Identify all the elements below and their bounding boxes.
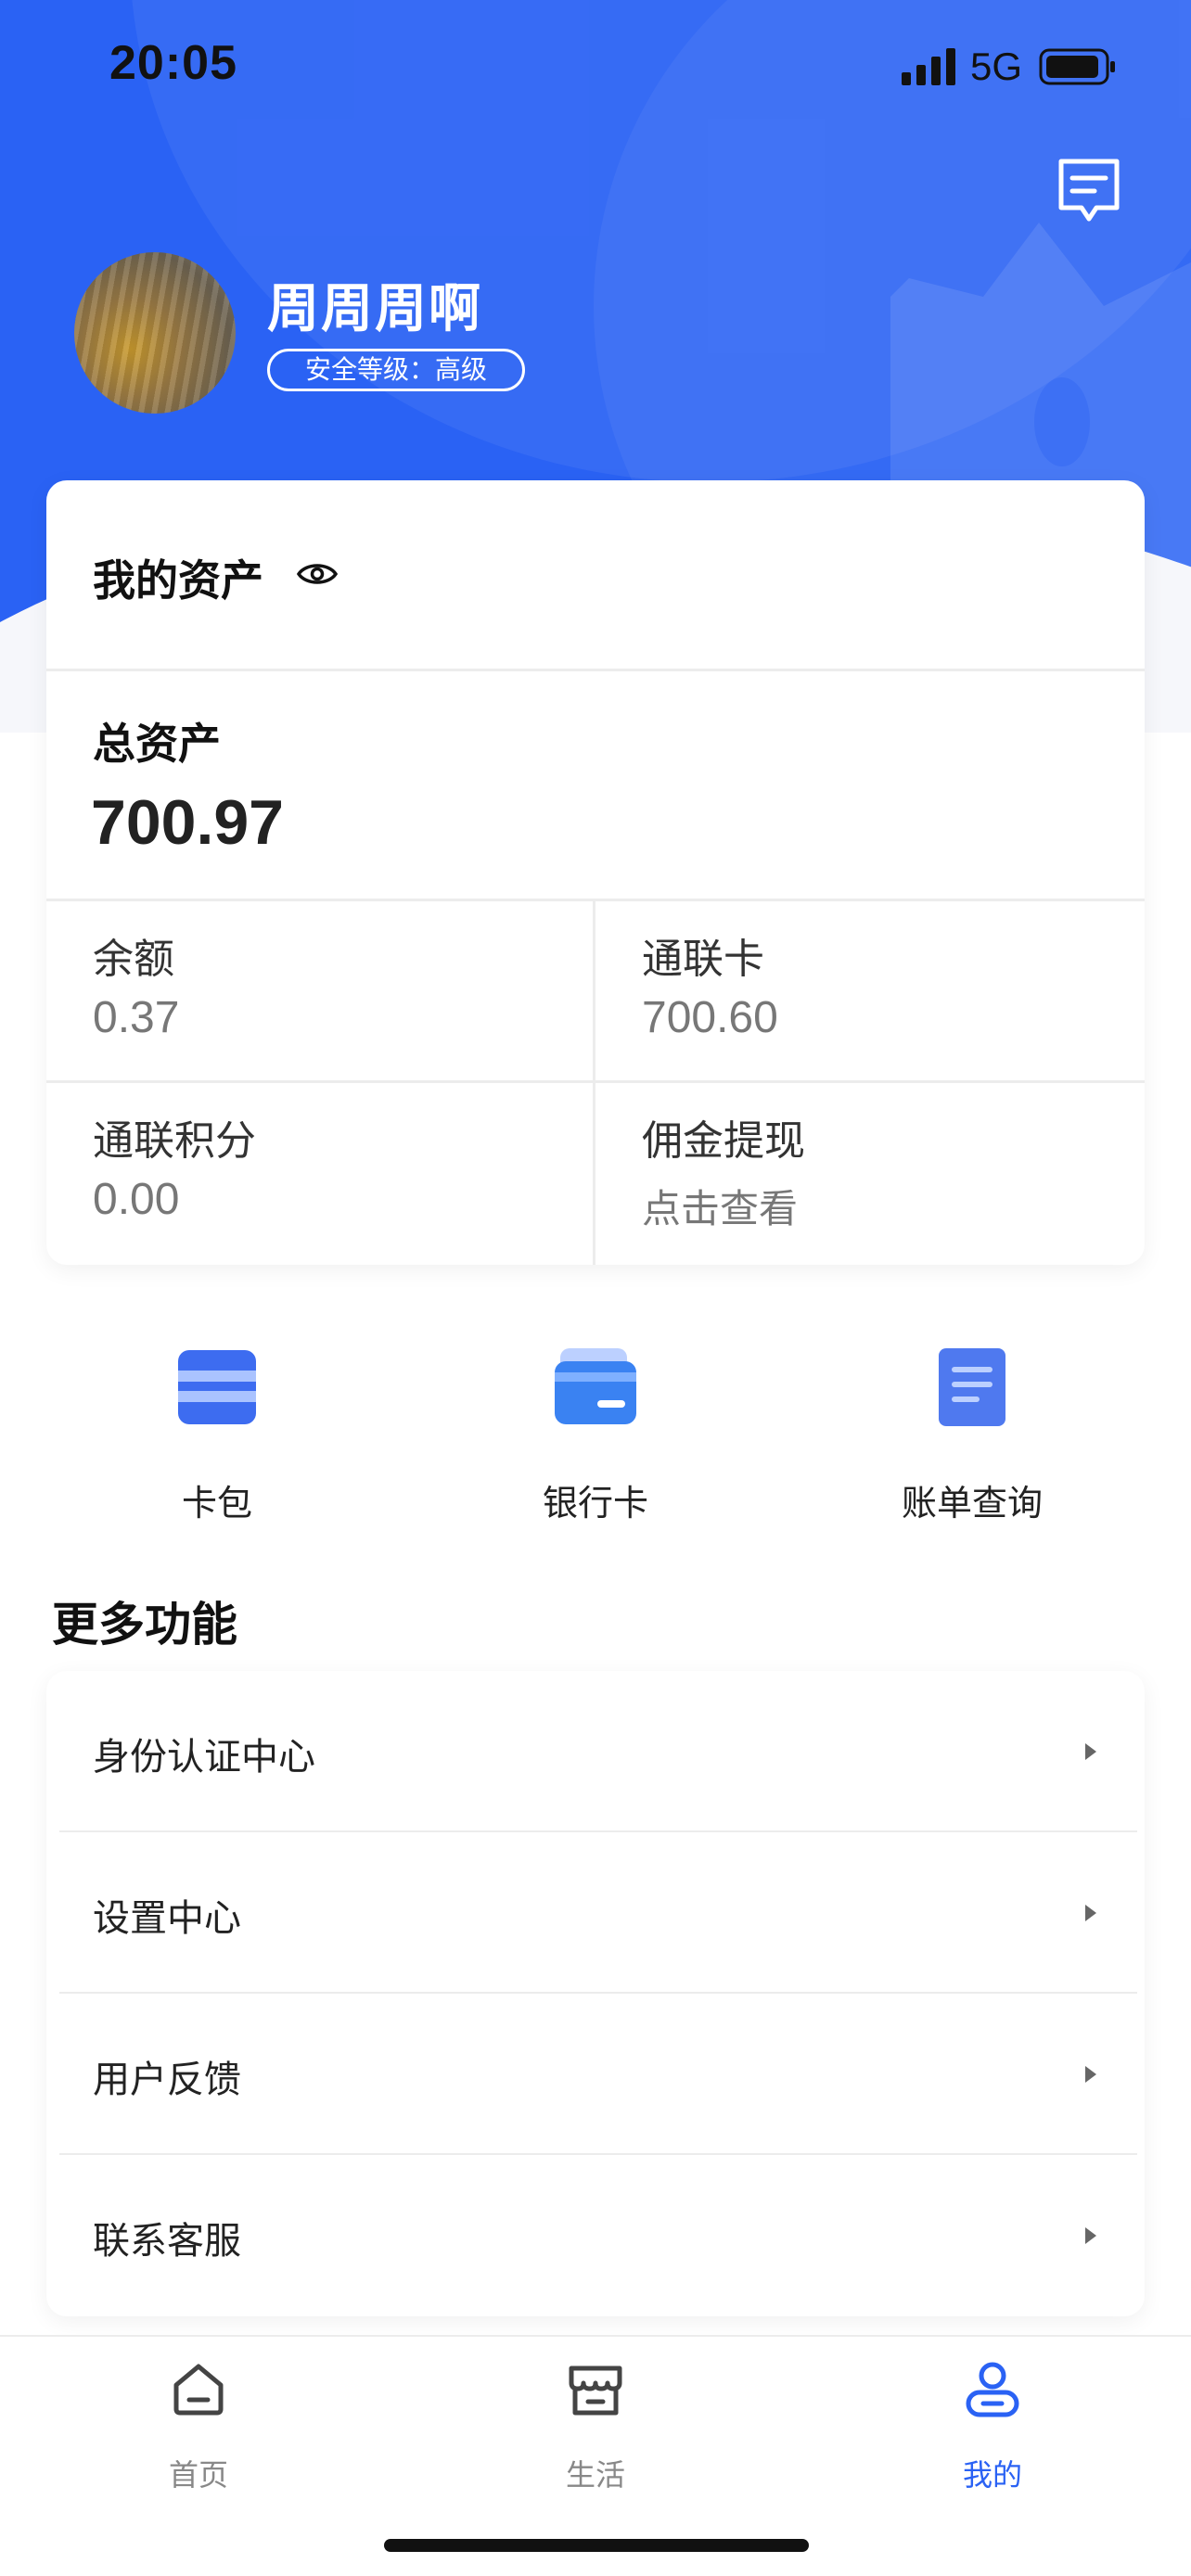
status-time: 20:05: [109, 36, 237, 90]
chevron-right-icon: [1085, 1743, 1096, 1760]
signal-icon: [902, 48, 955, 85]
username: 周周周啊: [267, 279, 482, 339]
total-assets-section[interactable]: 总资产 700.97: [46, 671, 1145, 901]
tonglian-card-value: 700.60: [642, 993, 778, 1042]
battery-icon: [1039, 48, 1115, 85]
bank-card-icon: [555, 1348, 636, 1424]
menu-item-label: 身份认证中心: [93, 1736, 315, 1779]
balance-cell[interactable]: 余额 0.37: [46, 901, 596, 1083]
bill-query-label: 账单查询: [901, 1483, 1043, 1524]
menu-item-identity-center[interactable]: 身份认证中心: [46, 1671, 1145, 1832]
tonglian-card-cell[interactable]: 通联卡 700.60: [596, 901, 1145, 1083]
tab-life[interactable]: 生活: [503, 2359, 688, 2498]
menu-item-label: 设置中心: [93, 1897, 241, 1940]
tab-mine[interactable]: 我的: [900, 2359, 1085, 2498]
tab-mine-label: 我的: [962, 2457, 1022, 2493]
home-indicator: [384, 2539, 809, 2552]
bill-icon: [939, 1348, 1005, 1426]
total-assets-label: 总资产: [93, 719, 221, 769]
total-assets-value: 700.97: [91, 787, 284, 858]
card-pack-icon: [178, 1350, 256, 1424]
bank-card-button[interactable]: 银行卡: [484, 1343, 707, 1524]
message-icon[interactable]: [1054, 156, 1124, 226]
network-type: 5G: [970, 45, 1023, 88]
card-pack-button[interactable]: 卡包: [106, 1343, 328, 1524]
tonglian-card-label: 通联卡: [642, 936, 764, 983]
asset-card-header: 我的资产: [46, 480, 1145, 671]
store-icon: [569, 2366, 622, 2416]
bank-card-label: 银行卡: [542, 1483, 648, 1524]
home-icon: [173, 2364, 224, 2416]
avatar[interactable]: [74, 252, 236, 414]
menu-item-label: 用户反馈: [93, 2059, 241, 2101]
eye-icon[interactable]: [297, 558, 338, 590]
chevron-right-icon: [1085, 2066, 1096, 2083]
commission-label: 佣金提现: [642, 1117, 805, 1165]
status-bar: 20:05 5G: [0, 0, 1191, 139]
asset-card: 我的资产 总资产 700.97 余额 0.37 通联卡 700.60 通联积分 …: [46, 480, 1145, 1265]
points-cell[interactable]: 通联积分 0.00: [46, 1083, 596, 1265]
chevron-right-icon: [1085, 2227, 1096, 2244]
more-features-title: 更多功能: [52, 1598, 237, 1651]
balance-value: 0.37: [93, 993, 180, 1042]
menu-item-feedback[interactable]: 用户反馈: [46, 1994, 1145, 2155]
chevron-right-icon: [1085, 1905, 1096, 1921]
tab-life-label: 生活: [565, 2457, 625, 2493]
card-pack-label: 卡包: [181, 1483, 252, 1524]
commission-cell[interactable]: 佣金提现 点击查看: [596, 1083, 1145, 1265]
bill-query-button[interactable]: 账单查询: [861, 1343, 1083, 1524]
menu-item-label: 联系客服: [93, 2220, 241, 2263]
menu-item-settings[interactable]: 设置中心: [46, 1832, 1145, 1994]
user-icon: [966, 2362, 1019, 2417]
asset-title: 我的资产: [93, 555, 263, 606]
points-value: 0.00: [93, 1175, 180, 1224]
menu-item-customer-service[interactable]: 联系客服: [46, 2155, 1145, 2316]
security-level-badge: 安全等级：高级: [267, 349, 526, 391]
points-label: 通联积分: [93, 1117, 256, 1165]
more-features-list: 身份认证中心 设置中心 用户反馈 联系客服: [46, 1671, 1145, 2316]
commission-value: 点击查看: [642, 1186, 799, 1231]
tab-home-label: 首页: [168, 2457, 228, 2493]
tab-home[interactable]: 首页: [106, 2359, 291, 2498]
balance-label: 余额: [93, 936, 174, 983]
